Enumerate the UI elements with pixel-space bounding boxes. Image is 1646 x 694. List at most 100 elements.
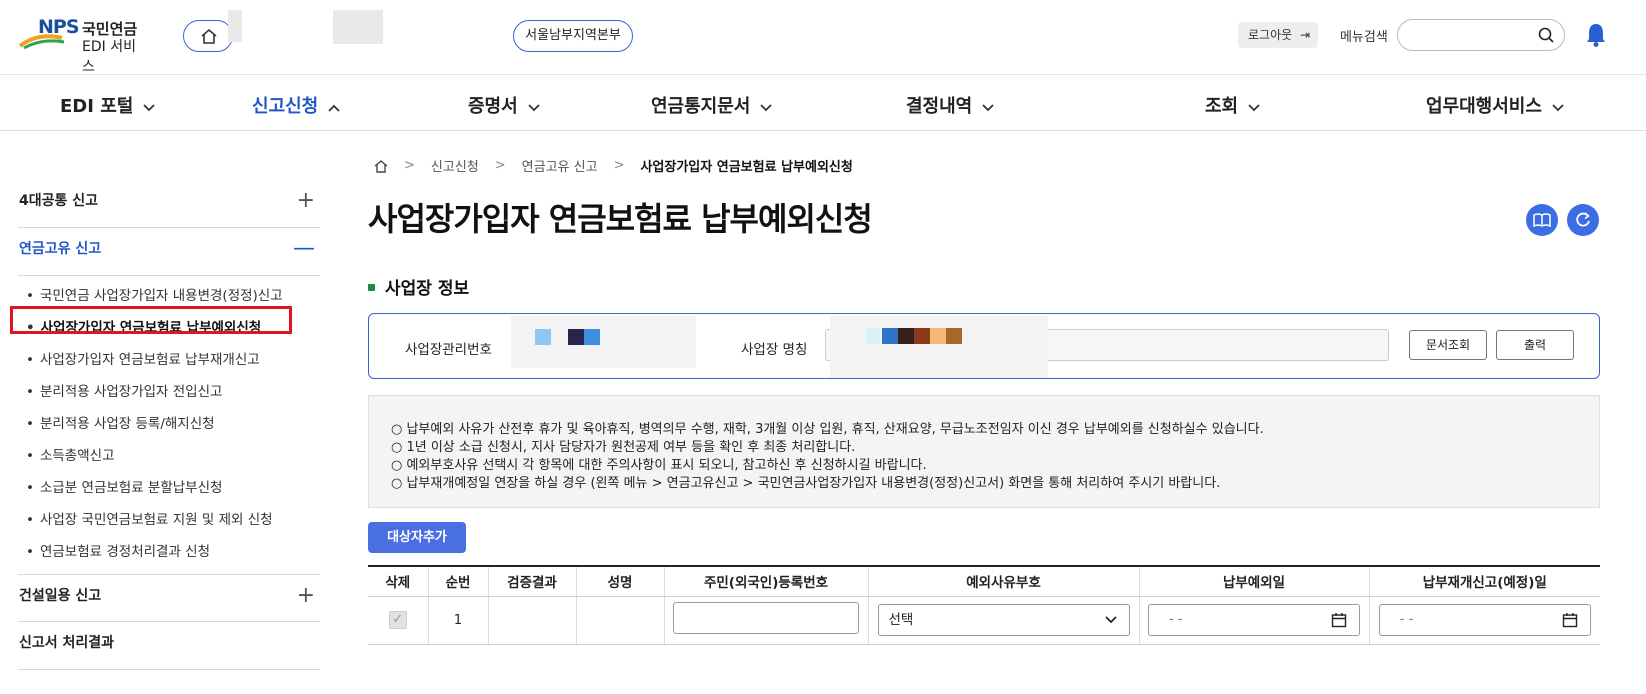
- notice-line: ○ 1년 이상 소급 신청시, 지사 담당자가 원천공제 여부 등을 확인 후 …: [391, 440, 856, 455]
- redacted-user-name: [333, 10, 383, 44]
- column-header: 납부예외일: [1138, 565, 1369, 597]
- bullet: •: [26, 352, 34, 368]
- calendar-icon[interactable]: [1562, 612, 1578, 628]
- top-header: NPS 국민연금 EDI 서비스 서울남부지역본부 로그아웃 ⇥ 메뉴검색: [0, 0, 1646, 75]
- reason-select[interactable]: 선택: [877, 604, 1130, 636]
- redacted-user-info: [228, 10, 242, 42]
- redacted-block: [882, 328, 898, 344]
- sidebar-item-correction[interactable]: • 연금보험료 경정처리결과 신청: [18, 540, 320, 572]
- sidebar: 4대공통 신고 + 연금고유 신고 — • 국민연금 사업장가입자 내용변경(정정…: [18, 180, 320, 670]
- plus-icon[interactable]: +: [297, 188, 315, 213]
- sidebar-item-income[interactable]: • 소득총액신고: [18, 444, 320, 476]
- sidebar-group-title: 신고서 처리결과: [19, 635, 115, 651]
- nav-label: EDI 포털: [60, 96, 134, 117]
- bullet: •: [26, 480, 34, 496]
- redacted-block: [898, 328, 914, 344]
- nav-item-inquiry[interactable]: 조회: [1205, 92, 1260, 118]
- logo-nps-text: NPS: [38, 16, 80, 38]
- column-header: 성명: [575, 565, 664, 597]
- nav-label: 연금통지문서: [651, 96, 751, 117]
- column-header: 예외사유부호: [867, 565, 1139, 597]
- nav-label: 증명서: [468, 96, 518, 117]
- reason-select-value: 선택: [888, 612, 914, 628]
- breadcrumb-item[interactable]: 신고신청: [431, 156, 479, 175]
- delete-checkbox[interactable]: ✓: [388, 611, 407, 629]
- chevron-up-icon: [328, 96, 340, 117]
- add-target-button[interactable]: 대상자추가: [368, 522, 466, 553]
- menu-search-box: [1397, 19, 1565, 51]
- nav-item-edi-portal[interactable]: EDI 포털: [60, 92, 155, 118]
- breadcrumb-current: 사업장가입자 연금보험료 납부예외신청: [640, 160, 853, 175]
- sidebar-group-title: 건설일용 신고: [19, 588, 102, 604]
- print-button[interactable]: 출력: [1496, 330, 1574, 360]
- chevron-down-icon: [1552, 96, 1564, 117]
- nav-item-report[interactable]: 신고신청: [252, 92, 340, 118]
- minus-icon[interactable]: —: [293, 236, 315, 261]
- redacted-block: [914, 328, 930, 344]
- nav-item-certificate[interactable]: 증명서: [468, 92, 540, 118]
- table-header-row: 삭제 순번 검증결과 성명 주민(외국인)등록번호 예외사유부호 납부예외일 납…: [368, 565, 1600, 597]
- home-icon[interactable]: [374, 159, 388, 173]
- table-row: ✓ 1 선택 - - - -: [368, 596, 1600, 645]
- nav-item-decision[interactable]: 결정내역: [906, 92, 994, 118]
- exempt-date-input[interactable]: - -: [1148, 604, 1360, 636]
- calendar-icon[interactable]: [1331, 612, 1347, 628]
- notice-box: ○ 납부예외 사유가 산전후 휴가 및 육아휴직, 병역의무 수행, 재학, 3…: [368, 395, 1600, 508]
- target-table: 삭제 순번 검증결과 성명 주민(외국인)등록번호 예외사유부호 납부예외일 납…: [368, 565, 1600, 645]
- sidebar-item-transfer[interactable]: • 분리적용 사업장가입자 전입신고: [18, 380, 320, 412]
- section-title-text: 사업장 정보: [385, 279, 470, 299]
- rrn-cell: [663, 596, 868, 645]
- sidebar-item-label: 연금보험료 경정처리결과 신청: [39, 544, 211, 560]
- refresh-button[interactable]: [1567, 204, 1599, 236]
- home-button[interactable]: [183, 20, 233, 52]
- column-header: 삭제: [368, 565, 428, 597]
- chevron-down-icon: [143, 96, 155, 117]
- bullet: •: [26, 416, 34, 432]
- region-badge[interactable]: 서울남부지역본부: [513, 20, 633, 52]
- search-icon[interactable]: [1538, 27, 1554, 43]
- sidebar-group-title: 4대공통 신고: [19, 193, 99, 209]
- breadcrumb-item[interactable]: 연금고유 신고: [522, 156, 598, 175]
- bell-icon[interactable]: [1585, 22, 1607, 48]
- nav-item-pension-notice[interactable]: 연금통지문서: [651, 92, 772, 118]
- sidebar-group-pension[interactable]: 연금고유 신고 —: [18, 228, 320, 276]
- biz-no-field: [511, 316, 696, 368]
- biz-name-field: [825, 316, 1389, 378]
- sidebar-item-label: 분리적용 사업장 등록/해지신청: [39, 416, 215, 432]
- chevron-down-icon: [528, 96, 540, 117]
- biz-name-label: 사업장 명칭: [741, 342, 808, 358]
- nps-logo[interactable]: NPS 국민연금 EDI 서비스: [18, 14, 148, 75]
- sidebar-group-construction[interactable]: 건설일용 신고 +: [18, 574, 320, 622]
- chevron-down-icon: [982, 96, 994, 117]
- sidebar-group-result[interactable]: 신고서 처리결과: [18, 622, 320, 670]
- current-item-highlight: [10, 306, 292, 334]
- rrn-input[interactable]: [673, 602, 859, 634]
- resume-date-input[interactable]: - -: [1378, 604, 1591, 636]
- sidebar-item-resume[interactable]: • 사업장가입자 연금보험료 납부재개신고: [18, 348, 320, 380]
- plus-icon[interactable]: +: [297, 583, 315, 608]
- menu-search-input[interactable]: [1410, 21, 1540, 49]
- refresh-icon: [1576, 212, 1590, 227]
- redacted-block: [946, 328, 962, 344]
- exempt-date-cell: - -: [1138, 596, 1369, 645]
- manual-button[interactable]: [1526, 204, 1558, 236]
- sidebar-item-support[interactable]: • 사업장 국민연금보험료 지원 및 제외 신청: [18, 508, 320, 540]
- sidebar-item-label: 분리적용 사업장가입자 전입신고: [39, 384, 223, 400]
- sidebar-group-common[interactable]: 4대공통 신고 +: [18, 180, 320, 228]
- sidebar-item-label: 소급분 연금보험료 분할납부신청: [39, 480, 223, 496]
- menu-search-label: 메뉴검색: [1340, 30, 1388, 45]
- sidebar-item-register[interactable]: • 분리적용 사업장 등록/해지신청: [18, 412, 320, 444]
- nav-item-agency-service[interactable]: 업무대행서비스: [1426, 92, 1564, 118]
- logout-button[interactable]: 로그아웃 ⇥: [1238, 22, 1318, 48]
- resume-date-value: - -: [1399, 612, 1414, 627]
- sidebar-item-installment[interactable]: • 소급분 연금보험료 분할납부신청: [18, 476, 320, 508]
- doc-query-button[interactable]: 문서조회: [1409, 330, 1487, 360]
- name-cell: [575, 596, 664, 645]
- logout-label: 로그아웃: [1248, 28, 1293, 42]
- redacted-block: [930, 328, 946, 344]
- breadcrumb: > 신고신청 > 연금고유 신고 > 사업장가입자 연금보험료 납부예외신청: [374, 156, 853, 175]
- sidebar-group-title: 연금고유 신고: [19, 241, 102, 257]
- chevron-down-icon: [760, 96, 772, 117]
- logout-icon: ⇥: [1299, 28, 1310, 42]
- logo-edi-text: EDI 서비스: [82, 39, 136, 75]
